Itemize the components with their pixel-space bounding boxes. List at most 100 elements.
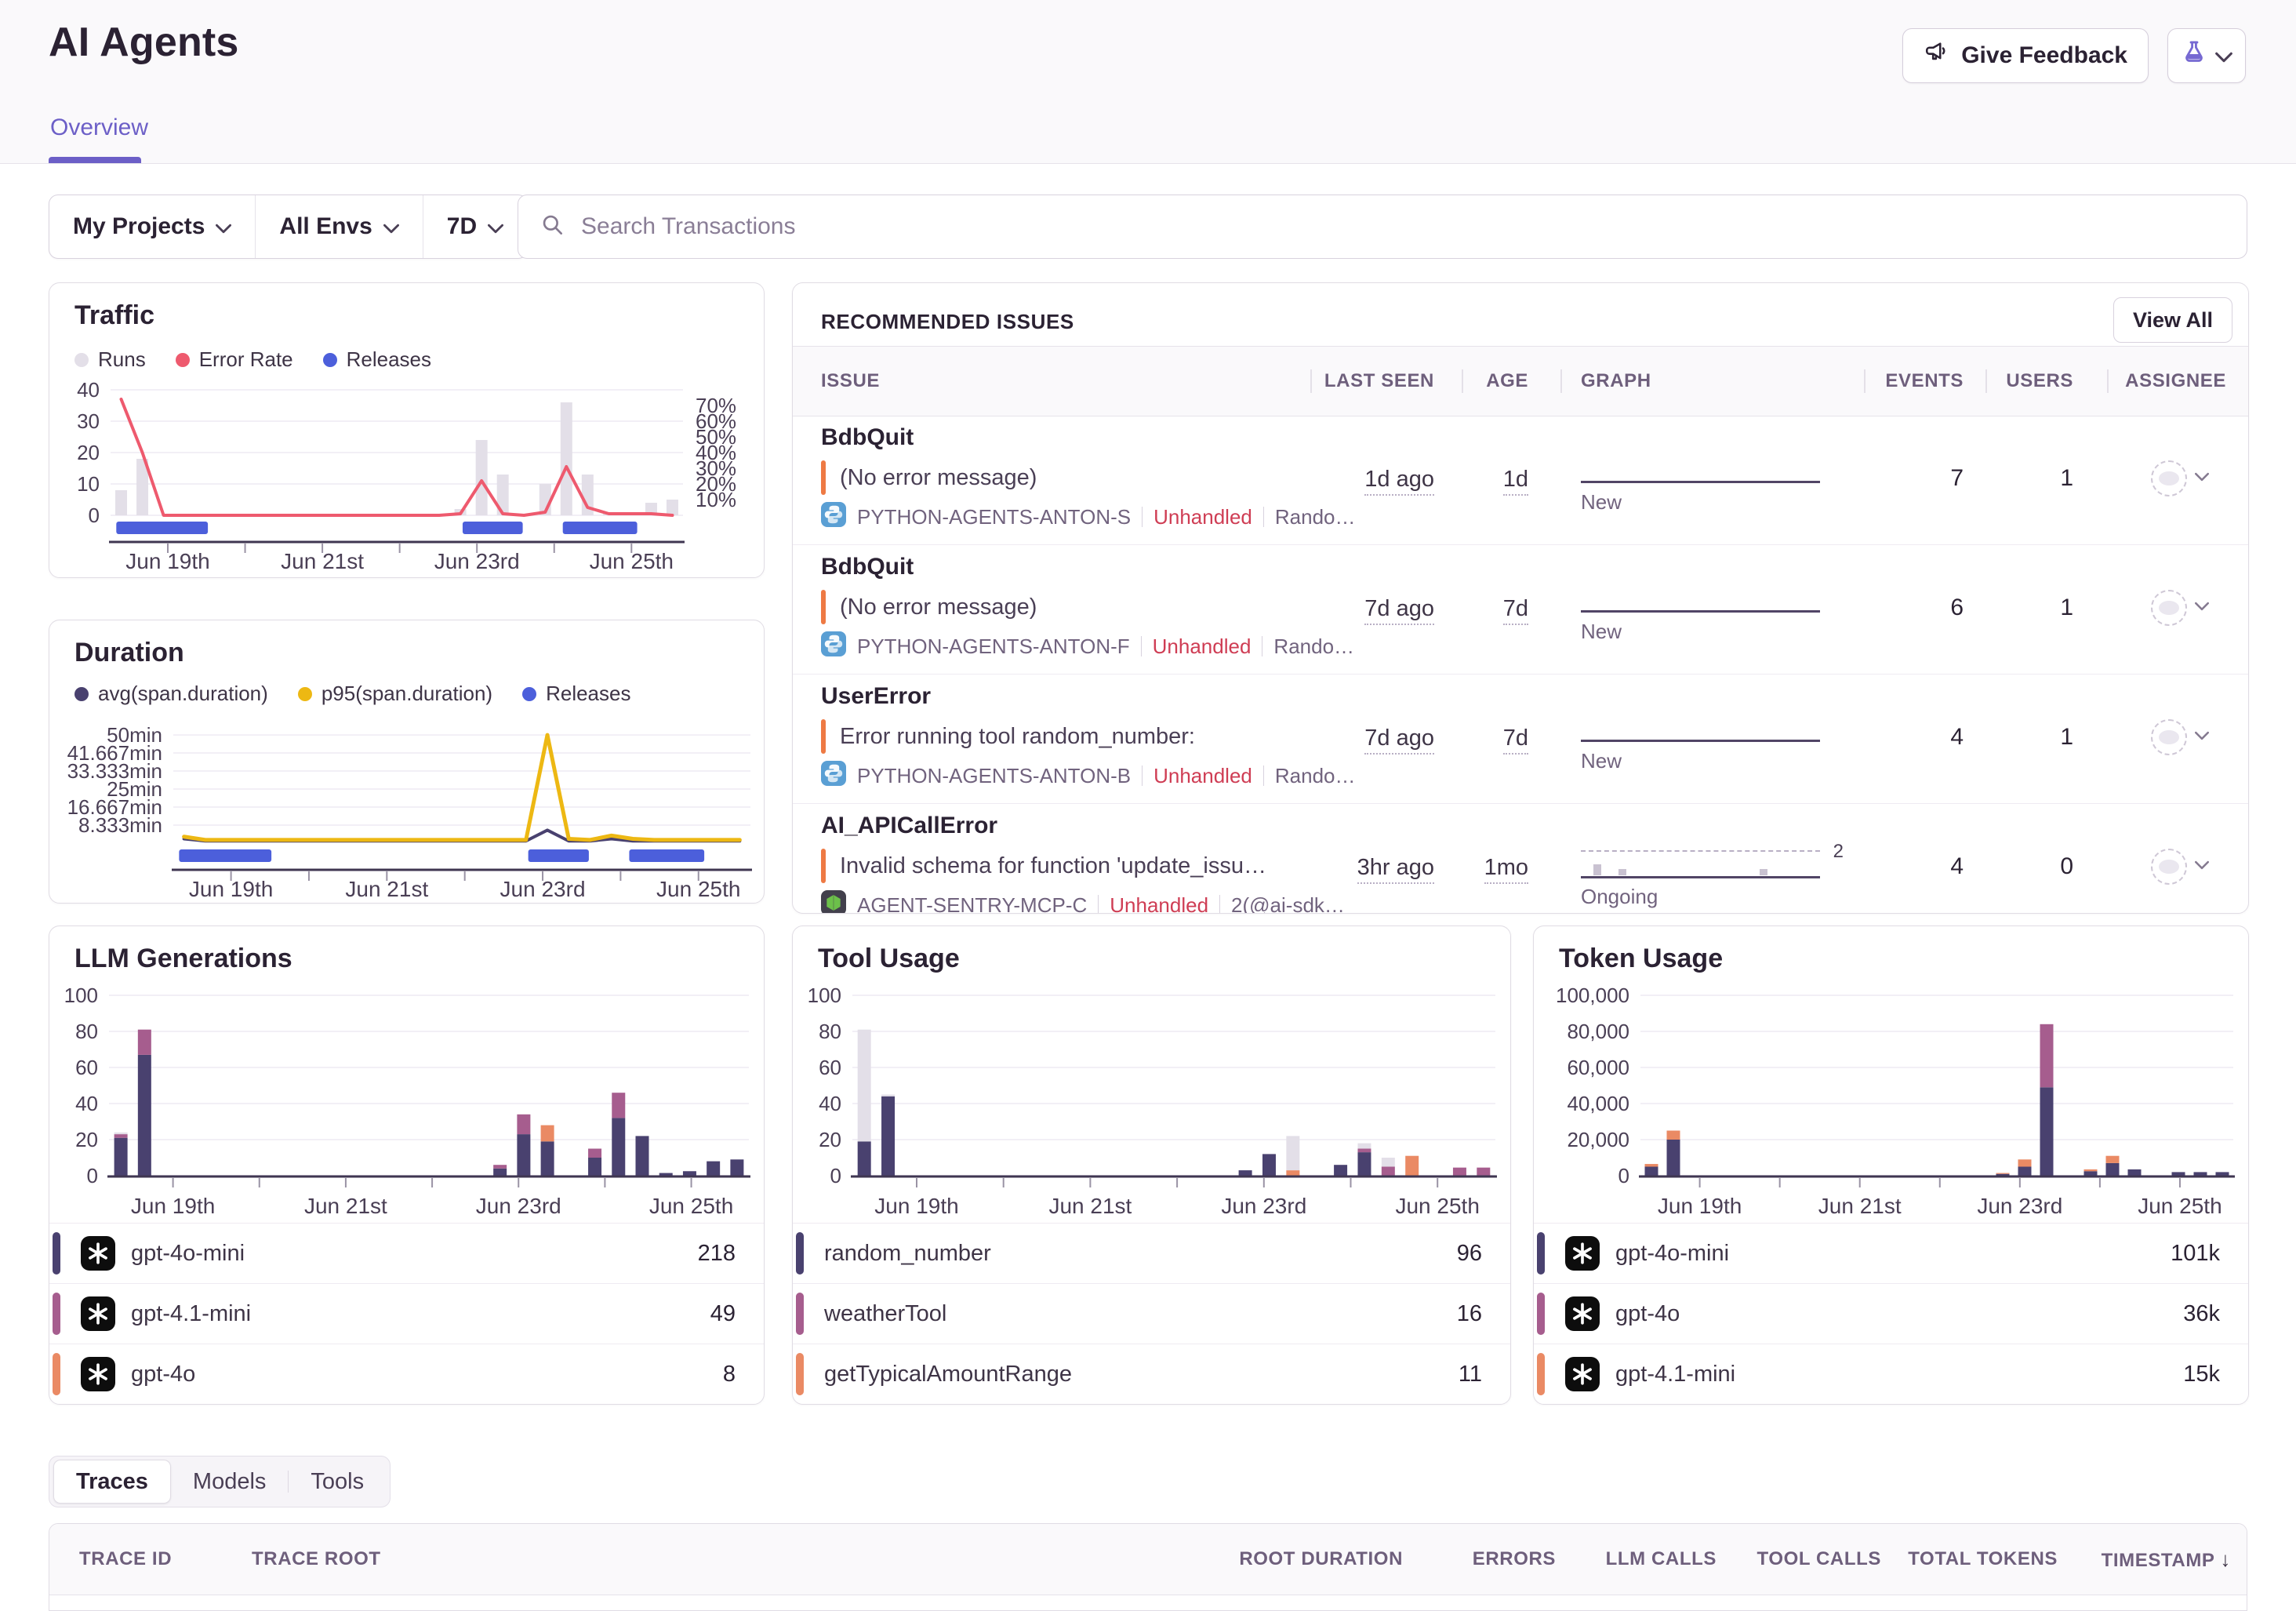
traffic-title: Traffic (74, 300, 154, 331)
duration-chart: 8.333min16.667min25min33.333min41.667min… (56, 708, 759, 903)
assignee-dropdown[interactable] (2151, 719, 2187, 755)
chevron-down-icon (383, 213, 399, 240)
users-count: 1 (2060, 465, 2073, 492)
legend-row-gpt-4.1-mini[interactable]: gpt-4.1-mini 15k (1534, 1344, 2248, 1404)
tool-usage-chart: 020406080100Jun 19thJun 21stJun 23rdJun … (799, 987, 1506, 1223)
legend-row-gettypicalamountrange[interactable]: getTypicalAmountRange 11 (793, 1344, 1510, 1404)
svg-text:100: 100 (64, 987, 98, 1007)
issue-row[interactable]: BdbQuit (No error message) PYTHON-AGENTS… (793, 415, 2248, 545)
issue-title[interactable]: BdbQuit (821, 554, 914, 580)
issue-row[interactable]: UserError Error running tool random_numb… (793, 674, 2248, 804)
search-icon (540, 213, 565, 242)
tab-tools[interactable]: Tools (289, 1460, 386, 1503)
assignee-dropdown[interactable] (2151, 460, 2187, 496)
tab-models[interactable]: Models (171, 1460, 289, 1503)
svg-text:Jun 19th: Jun 19th (874, 1194, 958, 1218)
search-input[interactable] (579, 213, 2225, 241)
issue-graph-status: New (1581, 620, 1622, 644)
issue-title[interactable]: AI_APICallError (821, 813, 997, 839)
issue-title[interactable]: UserError (821, 683, 931, 710)
error-level-bar (821, 719, 826, 754)
svg-text:60: 60 (75, 1056, 98, 1079)
chevron-down-icon (2195, 860, 2209, 874)
svg-text:80,000: 80,000 (1567, 1020, 1629, 1043)
legend-item-runs[interactable]: Runs (74, 347, 146, 372)
svg-text:Jun 25th: Jun 25th (590, 549, 674, 573)
col-trace-id: TRACE ID (79, 1524, 172, 1595)
legend-row-gpt-4o-mini[interactable]: gpt-4o-mini 101k (1534, 1223, 2248, 1283)
issue-title[interactable]: BdbQuit (821, 424, 914, 451)
legend-item-avg-duration[interactable]: avg(span.duration) (74, 682, 268, 706)
svg-text:Jun 19th: Jun 19th (131, 1194, 215, 1218)
lab-menu-button[interactable] (2167, 28, 2246, 83)
unhandled-tag: Unhandled (1110, 893, 1208, 915)
give-feedback-button[interactable]: Give Feedback (1902, 28, 2149, 83)
date-range-filter-label: 7D (447, 213, 477, 240)
divider (1864, 369, 1866, 393)
col-root-duration: ROOT DURATION (1239, 1524, 1403, 1595)
tab-overview-underline (49, 157, 141, 163)
project-slug[interactable]: AGENT-SENTRY-MCP-C (857, 893, 1087, 915)
tab-overview[interactable]: Overview (50, 115, 148, 141)
assignee-dropdown[interactable] (2151, 590, 2187, 626)
project-slug[interactable]: PYTHON-AGENTS-ANTON-B (857, 764, 1131, 788)
issue-row[interactable]: AI_APICallError Invalid schema for funct… (793, 803, 2248, 914)
legend-row-gpt-4.1-mini[interactable]: gpt-4.1-mini 49 (49, 1283, 764, 1344)
svg-text:80: 80 (819, 1020, 841, 1043)
assignee-dropdown[interactable] (2151, 849, 2187, 885)
view-all-button[interactable]: View All (2113, 297, 2232, 343)
col-tool-calls: TOOL CALLS (1757, 1524, 1881, 1595)
duration-legend: avg(span.duration) p95(span.duration) Re… (74, 682, 630, 706)
traffic-legend: Runs Error Rate Releases (74, 347, 431, 372)
project-slug[interactable]: PYTHON-AGENTS-ANTON-F (857, 635, 1130, 659)
svg-text:20: 20 (75, 1128, 98, 1151)
age-value: 7d (1503, 596, 1528, 622)
col-last-seen: LAST SEEN (1324, 347, 1434, 416)
openai-icon (81, 1296, 115, 1335)
svg-text:40,000: 40,000 (1567, 1092, 1629, 1115)
svg-text:40: 40 (77, 380, 100, 402)
col-issue: ISSUE (821, 347, 880, 416)
environments-filter[interactable]: All Envs (256, 195, 422, 258)
series-label: random_number (824, 1224, 991, 1283)
legend-label: Releases (347, 347, 431, 372)
unhandled-tag: Unhandled (1153, 505, 1252, 529)
series-label: getTypicalAmountRange (824, 1344, 1072, 1404)
svg-text:30: 30 (77, 409, 100, 433)
series-value: 101k (2171, 1224, 2220, 1283)
series-label: gpt-4o-mini (131, 1224, 245, 1283)
series-value: 11 (1459, 1344, 1482, 1404)
svg-text:Jun 25th: Jun 25th (649, 1194, 733, 1218)
last-seen-value: 7d ago (1364, 596, 1434, 622)
col-graph: GRAPH (1581, 347, 1651, 416)
traces-table-header: TRACE ID TRACE ROOT ROOT DURATION ERRORS… (49, 1524, 2247, 1595)
legend-item-error-rate[interactable]: Error Rate (176, 347, 293, 372)
col-users: USERS (2006, 347, 2073, 416)
project-slug[interactable]: PYTHON-AGENTS-ANTON-S (857, 505, 1131, 529)
date-range-filter[interactable]: 7D (423, 195, 527, 258)
series-label: gpt-4o (131, 1344, 195, 1404)
legend-row-random-number[interactable]: random_number 96 (793, 1223, 1510, 1283)
legend-row-gpt-4o[interactable]: gpt-4o 36k (1534, 1283, 2248, 1344)
col-timestamp-sort[interactable]: TIMESTAMP ↓ (2102, 1524, 2231, 1596)
python-icon (821, 502, 846, 533)
divider (2107, 369, 2109, 393)
tab-traces[interactable]: Traces (53, 1460, 171, 1504)
legend-item-releases[interactable]: Releases (522, 682, 630, 706)
avatar (2159, 471, 2179, 485)
svg-text:0: 0 (830, 1164, 841, 1187)
legend-item-releases[interactable]: Releases (323, 347, 431, 372)
legend-row-gpt-4o-mini[interactable]: gpt-4o-mini 218 (49, 1223, 764, 1283)
legend-row-weathertool[interactable]: weatherTool 16 (793, 1283, 1510, 1344)
projects-filter[interactable]: My Projects (49, 195, 255, 258)
col-llm-calls: LLM CALLS (1606, 1524, 1717, 1595)
token-usage-chart: 020,00040,00060,00080,000100,000Jun 19th… (1540, 987, 2243, 1223)
legend-row-gpt-4o[interactable]: gpt-4o 8 (49, 1344, 764, 1404)
divider (1462, 369, 1463, 393)
series-label: weatherTool (824, 1284, 946, 1344)
issue-row[interactable]: BdbQuit (No error message) PYTHON-AGENTS… (793, 544, 2248, 675)
legend-item-p95-duration[interactable]: p95(span.duration) (298, 682, 492, 706)
svg-text:Jun 21st: Jun 21st (345, 877, 428, 901)
last-seen-value: 3hr ago (1357, 855, 1434, 881)
series-swatch (1537, 1232, 1545, 1275)
